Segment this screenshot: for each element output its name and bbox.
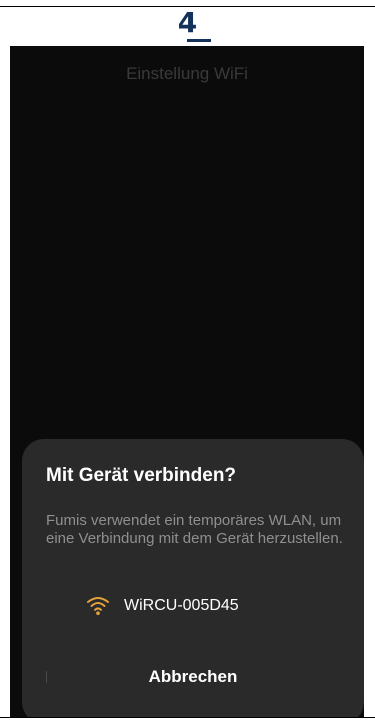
network-item[interactable]: WiRCU-005D45 [86,594,239,618]
wifi-icon [86,596,110,616]
dialog-description: Fumis verwendet ein temporäres WLAN, um … [46,512,343,547]
dialog-title: Mit Gerät verbinden? [46,465,237,486]
network-name: WiRCU-005D45 [124,597,239,614]
divider-marker [46,671,47,683]
connect-dialog: Mit Gerät verbinden? Fumis verwendet ein… [22,439,364,717]
cancel-button[interactable]: Abbrechen [82,657,304,697]
step-number: 4 [177,6,198,39]
bottom-divider [0,717,375,718]
step-number-underline [187,39,211,42]
phone-screen: Einstellung WiFi Mit Gerät verbinden? Fu… [10,46,364,717]
app-title: Einstellung WiFi [126,64,248,83]
